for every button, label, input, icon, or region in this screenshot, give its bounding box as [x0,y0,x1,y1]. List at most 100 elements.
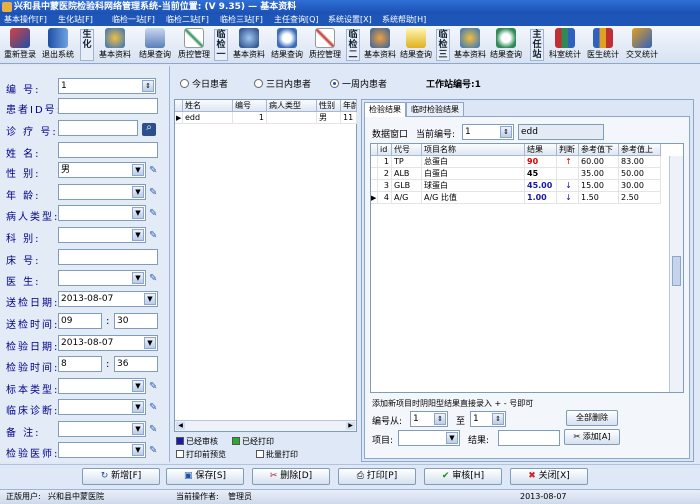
edit-dict-icon[interactable]: ✎ [149,209,160,220]
column-header-id[interactable]: id [378,144,392,156]
current-number-input[interactable]: 1 ⇕ [462,124,514,140]
column-header-sex[interactable]: 性别 [317,100,341,112]
bed-input[interactable] [58,249,158,265]
scroll-left-icon[interactable]: ◀ [176,422,185,430]
clinic1-basic-button[interactable]: 基本资料 [230,28,268,62]
scroll-thumb[interactable] [672,256,681,286]
column-header-number[interactable]: 编号 [233,100,267,112]
menu-item-settings[interactable]: 系统设置[X] [328,14,378,26]
spin-icon[interactable]: ⇕ [500,126,512,138]
preview-checkbox[interactable]: 打印前预览 [176,449,226,460]
cross-stats-button[interactable]: 交叉统计 [622,28,662,62]
chevron-down-icon[interactable]: ▼ [132,164,144,176]
add-button[interactable]: ✂ 添加[A] [564,429,620,445]
column-header-result[interactable]: 结果 [525,144,557,156]
clinic-number-input[interactable] [58,120,138,136]
radio-week[interactable]: 一周内患者 [330,77,387,90]
vertical-scrollbar[interactable] [669,156,683,392]
menu-item-clinic1[interactable]: 临检一站[F] [112,14,162,26]
relogin-button[interactable]: 重新登录 [2,28,38,62]
column-header-ref-low[interactable]: 参考值下 [579,144,619,156]
menu-item-basic[interactable]: 基本操作[F] [4,14,54,26]
cell-result[interactable]: 90 [525,156,557,168]
chevron-down-icon[interactable]: ▼ [132,272,144,284]
spin-icon[interactable]: ⇕ [434,413,446,425]
send-hour-input[interactable]: 09 [58,313,102,329]
radio-today[interactable]: 今日患者 [180,77,228,90]
biochem-qc-button[interactable]: 质控管理 [176,28,212,62]
chevron-down-icon[interactable]: ▼ [132,423,144,435]
test-hour-input[interactable]: 8 [58,356,102,372]
result-input[interactable] [498,430,560,446]
remark-select[interactable]: ▼ [58,421,146,437]
edit-dict-icon[interactable]: ✎ [149,231,160,242]
chevron-down-icon[interactable]: ▼ [132,186,144,198]
chevron-down-icon[interactable]: ▼ [132,401,144,413]
print-button[interactable]: ⎙ 打印[P] [338,468,416,485]
edit-dict-icon[interactable]: ✎ [149,166,160,177]
edit-dict-icon[interactable]: ✎ [149,403,160,414]
exit-button[interactable]: 退出系统 [40,28,76,62]
edit-dict-icon[interactable]: ✎ [149,188,160,199]
item-select[interactable]: ▼ [398,430,460,446]
new-button[interactable]: ↻ 新增[F] [82,468,160,485]
doctor-select[interactable]: ▼ [58,270,146,286]
clinic3-query-button[interactable]: 结果查询 [488,28,524,62]
chevron-down-icon[interactable]: ▼ [446,432,458,444]
diagnosis-select[interactable]: ▼ [58,399,146,415]
patient-list[interactable]: 姓名 编号 病人类型 性别 年龄 ▶ edd 1 男 11 [174,99,357,432]
clinic2-basic-button[interactable]: 基本资料 [362,28,398,62]
chevron-down-icon[interactable]: ▼ [144,337,156,349]
edit-dict-icon[interactable]: ✎ [149,446,160,457]
column-header-code[interactable]: 代号 [392,144,422,156]
chevron-down-icon[interactable]: ▼ [132,380,144,392]
clinic1-query-button[interactable]: 结果查询 [268,28,306,62]
tab-test-results[interactable]: 检验结果 [364,102,406,117]
scroll-right-icon[interactable]: ▶ [346,422,355,430]
search-icon[interactable]: ⌕ [142,123,156,136]
department-select[interactable]: ▼ [58,227,146,243]
edit-dict-icon[interactable]: ✎ [149,382,160,393]
to-number-input[interactable]: 1 ⇕ [470,411,506,427]
column-header-type[interactable]: 病人类型 [267,100,317,112]
menu-item-help[interactable]: 系统帮助[H] [382,14,432,26]
sex-select[interactable]: 男 ▼ [58,162,146,178]
patient-id-input[interactable] [58,98,158,114]
edit-dict-icon[interactable]: ✎ [149,425,160,436]
tab-temp-results[interactable]: 临时检验结果 [406,102,464,116]
menu-item-director[interactable]: 主任查询[Q] [274,14,324,26]
batch-print-checkbox[interactable]: 批量打印 [256,449,298,460]
number-input[interactable]: 1 ⇕ [58,78,156,94]
chevron-down-icon[interactable]: ▼ [132,229,144,241]
chevron-down-icon[interactable]: ▼ [144,293,156,305]
column-header-flag[interactable]: 判断 [557,144,579,156]
delete-button[interactable]: ✂ 删除[D] [252,468,330,485]
column-header-ref-high[interactable]: 参考值上 [619,144,661,156]
send-date-picker[interactable]: 2013-08-07 ▼ [58,291,158,307]
radio-three-days[interactable]: 三日内患者 [254,77,311,90]
review-button[interactable]: ✔ 审核[H] [424,468,502,485]
lab-doctor-select[interactable]: ▼ [58,442,146,458]
test-date-picker[interactable]: 2013-08-07 ▼ [58,335,158,351]
patient-type-select[interactable]: ▼ [58,205,146,221]
send-minute-input[interactable]: 30 [114,313,158,329]
test-minute-input[interactable]: 36 [114,356,158,372]
delete-all-button[interactable]: 全部删除 [566,410,618,426]
edit-dict-icon[interactable]: ✎ [149,274,160,285]
biochem-basic-button[interactable]: 基本资料 [96,28,134,62]
spin-icon[interactable]: ⇕ [142,80,154,92]
menu-item-clinic2[interactable]: 临检二站[F] [166,14,216,26]
cell-result[interactable]: 45 [525,168,557,180]
horizontal-scrollbar[interactable]: ◀ ▶ [175,420,356,431]
name-input[interactable] [58,142,158,158]
cell-result[interactable]: 45.00 [525,180,557,192]
menu-item-biochem[interactable]: 生化站[F] [58,14,108,26]
age-input[interactable]: ▼ [58,184,146,200]
column-header-name[interactable]: 姓名 [183,100,233,112]
clinic2-query-button[interactable]: 结果查询 [398,28,434,62]
column-header-item[interactable]: 项目名称 [422,144,525,156]
from-number-input[interactable]: 1 ⇕ [410,411,448,427]
cell-result[interactable]: 1.00 [525,192,557,204]
save-button[interactable]: ▣ 保存[S] [166,468,244,485]
result-grid[interactable]: id 代号 项目名称 结果 判断 参考值下 参考值上 1 TP 总蛋白 90 ↑… [370,143,684,393]
